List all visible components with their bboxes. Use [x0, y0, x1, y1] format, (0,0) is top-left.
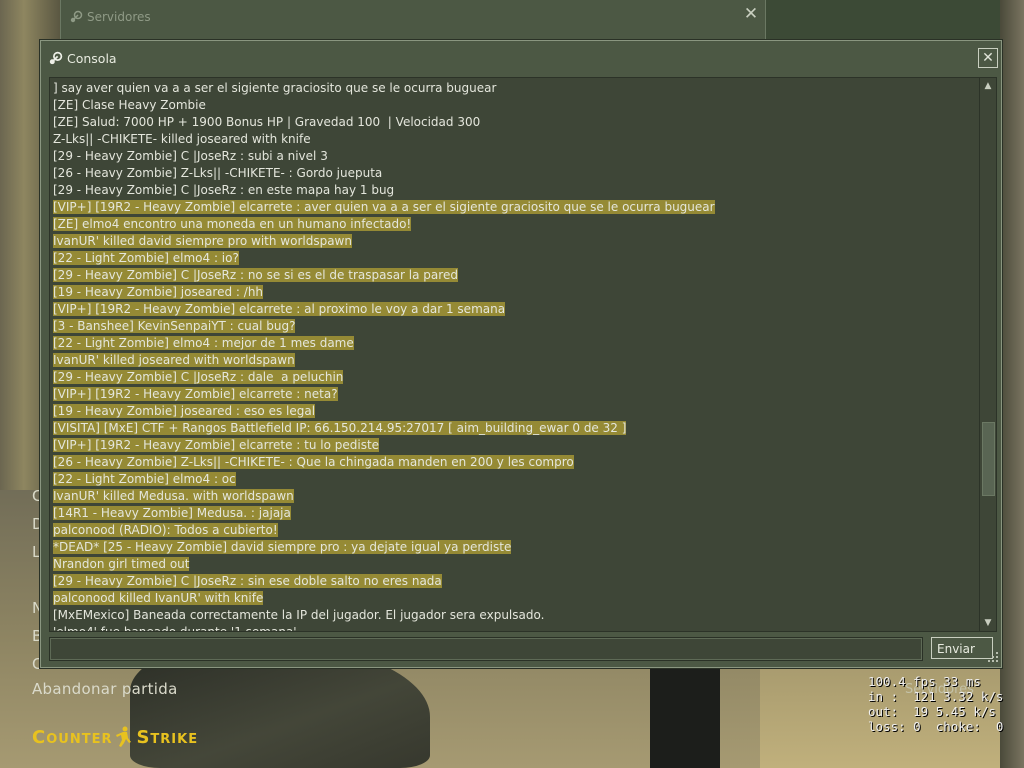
- net-graph: 100.4 fps 33 ms in : 121 3.32 k/s out: 19 …: [868, 674, 1003, 734]
- netgraph-fps: 100.4 fps 33 ms: [868, 674, 981, 689]
- console-line-text: [3 - Banshee] KevinSenpaiYT : cual bug?: [53, 319, 296, 333]
- console-line-text: [29 - Heavy Zombie] C |JoseRz : subi a n…: [53, 149, 328, 163]
- servers-close-icon[interactable]: ✕: [743, 6, 759, 23]
- console-line: [VISITA] [MxE] CTF + Rangos Battlefield …: [53, 420, 978, 437]
- console-line-text: [22 - Light Zombie] elmo4 : oc: [53, 472, 236, 486]
- game-wall-right: [1000, 0, 1024, 768]
- console-line: [29 - Heavy Zombie] C |JoseRz : no se si…: [53, 267, 978, 284]
- console-log-lines: ] say aver quien va a a ser el sigiente …: [53, 80, 978, 632]
- console-line-text: Z-Lks|| -CHIKETE- killed joseared with k…: [53, 132, 311, 146]
- scroll-down-icon[interactable]: ▼: [980, 615, 996, 631]
- console-line-text: [VIP+] [19R2 - Heavy Zombie] elcarrete :…: [53, 438, 380, 452]
- netgraph-out: out: 19 5.45 k/s: [868, 704, 996, 719]
- console-line-text: [29 - Heavy Zombie] C |JoseRz : dale a p…: [53, 370, 344, 384]
- console-line: [ZE] Salud: 7000 HP + 1900 Bonus HP | Gr…: [53, 114, 978, 131]
- console-line: [26 - Heavy Zombie] Z-Lks|| -CHIKETE- : …: [53, 165, 978, 182]
- console-line-text: [ZE] elmo4 encontro una moneda en un hum…: [53, 217, 412, 231]
- console-line-text: [22 - Light Zombie] elmo4 : mejor de 1 m…: [53, 336, 354, 350]
- console-scrollbar[interactable]: ▲ ▼: [979, 77, 997, 632]
- console-line: [MxEMexico] Baneada correctamente la IP …: [53, 607, 978, 624]
- console-line: ] say aver quien va a a ser el sigiente …: [53, 80, 978, 97]
- console-line: [ZE] elmo4 encontro una moneda en un hum…: [53, 216, 978, 233]
- logo-text-counter: Counter: [32, 726, 113, 748]
- console-line-text: [19 - Heavy Zombie] joseared : /hh: [53, 285, 264, 299]
- console-line: palconood killed IvanUR' with knife: [53, 590, 978, 607]
- netgraph-in: in : 121 3.32 k/s: [868, 689, 1004, 704]
- console-line: [29 - Heavy Zombie] C |JoseRz : subi a n…: [53, 148, 978, 165]
- console-line-text: IvanUR' killed joseared with worldspawn: [53, 353, 295, 367]
- netgraph-loss: loss: 0 choke: 0: [868, 719, 1004, 734]
- counter-strike-logo: Counter Strike: [32, 724, 198, 750]
- console-line: [19 - Heavy Zombie] joseared : eso es le…: [53, 403, 978, 420]
- steam-icon: [49, 51, 63, 65]
- console-line-text: IvanUR' killed david siempre pro with wo…: [53, 234, 352, 248]
- console-line: IvanUR' killed joseared with worldspawn: [53, 352, 978, 369]
- console-line-text: [29 - Heavy Zombie] C |JoseRz : en este …: [53, 183, 395, 197]
- console-line-text: *DEAD* [25 - Heavy Zombie] david siempre…: [53, 540, 512, 554]
- console-title: Consola: [67, 51, 117, 66]
- console-line-text: [29 - Heavy Zombie] C |JoseRz : sin ese …: [53, 574, 442, 588]
- console-line-text: IvanUR' killed Medusa. with worldspawn: [53, 489, 294, 503]
- console-line-text: [VIP+] [19R2 - Heavy Zombie] elcarrete :…: [53, 200, 715, 214]
- console-line: IvanUR' killed Medusa. with worldspawn: [53, 488, 978, 505]
- console-line: [VIP+] [19R2 - Heavy Zombie] elcarrete :…: [53, 199, 978, 216]
- console-line-text: Nrandon girl timed out: [53, 557, 190, 571]
- console-line: [3 - Banshee] KevinSenpaiYT : cual bug?: [53, 318, 978, 335]
- console-line: [22 - Light Zombie] elmo4 : mejor de 1 m…: [53, 335, 978, 352]
- scroll-up-icon[interactable]: ▲: [980, 78, 996, 94]
- steam-icon: [70, 10, 83, 23]
- console-line-text: [VIP+] [19R2 - Heavy Zombie] elcarrete :…: [53, 302, 506, 316]
- console-line: [VIP+] [19R2 - Heavy Zombie] elcarrete :…: [53, 437, 978, 454]
- console-line: [29 - Heavy Zombie] C |JoseRz : dale a p…: [53, 369, 978, 386]
- console-line: [ZE] Clase Heavy Zombie: [53, 97, 978, 114]
- console-line: 'elmo4' fue baneado durante '1 semana': [53, 624, 978, 632]
- console-line: [22 - Light Zombie] elmo4 : oc: [53, 471, 978, 488]
- logo-text-strike: Strike: [136, 726, 199, 748]
- console-command-input[interactable]: [50, 638, 922, 660]
- console-line-text: 'elmo4' fue baneado durante '1 semana': [53, 625, 297, 632]
- console-line-text: ] say aver quien va a a ser el sigiente …: [53, 81, 497, 95]
- console-line: palconood (RADIO): Todos a cubierto!: [53, 522, 978, 539]
- console-line: [19 - Heavy Zombie] joseared : /hh: [53, 284, 978, 301]
- console-line-text: [VIP+] [19R2 - Heavy Zombie] elcarrete :…: [53, 387, 338, 401]
- soldier-icon: [116, 726, 132, 747]
- console-line-text: [26 - Heavy Zombie] Z-Lks|| -CHIKETE- : …: [53, 166, 383, 180]
- scroll-thumb[interactable]: [982, 422, 995, 496]
- servers-window[interactable]: Servidores ✕: [60, 0, 766, 41]
- console-line: [29 - Heavy Zombie] C |JoseRz : sin ese …: [53, 573, 978, 590]
- console-line-text: [ZE] Clase Heavy Zombie: [53, 98, 206, 112]
- send-button[interactable]: Enviar: [931, 637, 993, 659]
- console-log[interactable]: ] say aver quien va a a ser el sigiente …: [49, 77, 981, 632]
- console-line-text: [MxEMexico] Baneada correctamente la IP …: [53, 608, 545, 622]
- console-line: [22 - Light Zombie] elmo4 : io?: [53, 250, 978, 267]
- console-line-text: [19 - Heavy Zombie] joseared : eso es le…: [53, 404, 316, 418]
- console-close-icon[interactable]: ✕: [978, 48, 998, 68]
- console-line-text: palconood (RADIO): Todos a cubierto!: [53, 523, 278, 537]
- menu-item-abandon-game[interactable]: Abandonar partida: [32, 680, 178, 698]
- console-line: *DEAD* [25 - Heavy Zombie] david siempre…: [53, 539, 978, 556]
- console-line: [14R1 - Heavy Zombie] Medusa. : jajaja: [53, 505, 978, 522]
- console-titlebar[interactable]: Consola ✕: [41, 41, 1001, 75]
- console-line: Nrandon girl timed out: [53, 556, 978, 573]
- console-line: [29 - Heavy Zombie] C |JoseRz : en este …: [53, 182, 978, 199]
- resize-grip-icon[interactable]: [987, 651, 999, 663]
- console-line: [VIP+] [19R2 - Heavy Zombie] elcarrete :…: [53, 301, 978, 318]
- console-line: IvanUR' killed david siempre pro with wo…: [53, 233, 978, 250]
- console-line: [VIP+] [19R2 - Heavy Zombie] elcarrete :…: [53, 386, 978, 403]
- console-line-text: [ZE] Salud: 7000 HP + 1900 Bonus HP | Gr…: [53, 115, 481, 129]
- console-line-text: [29 - Heavy Zombie] C |JoseRz : no se si…: [53, 268, 458, 282]
- console-command-input-box[interactable]: [49, 637, 923, 661]
- console-line: Z-Lks|| -CHIKETE- killed joseared with k…: [53, 131, 978, 148]
- servers-window-title: Servidores: [87, 10, 151, 24]
- console-line-text: [26 - Heavy Zombie] Z-Lks|| -CHIKETE- : …: [53, 455, 574, 469]
- console-line-text: [14R1 - Heavy Zombie] Medusa. : jajaja: [53, 506, 291, 520]
- console-line: [26 - Heavy Zombie] Z-Lks|| -CHIKETE- : …: [53, 454, 978, 471]
- console-line-text: [22 - Light Zombie] elmo4 : io?: [53, 251, 239, 265]
- console-line-text: [VISITA] [MxE] CTF + Rangos Battlefield …: [53, 421, 627, 435]
- console-line-text: palconood killed IvanUR' with knife: [53, 591, 264, 605]
- console-window: Consola ✕ ] say aver quien va a a ser el…: [40, 40, 1002, 668]
